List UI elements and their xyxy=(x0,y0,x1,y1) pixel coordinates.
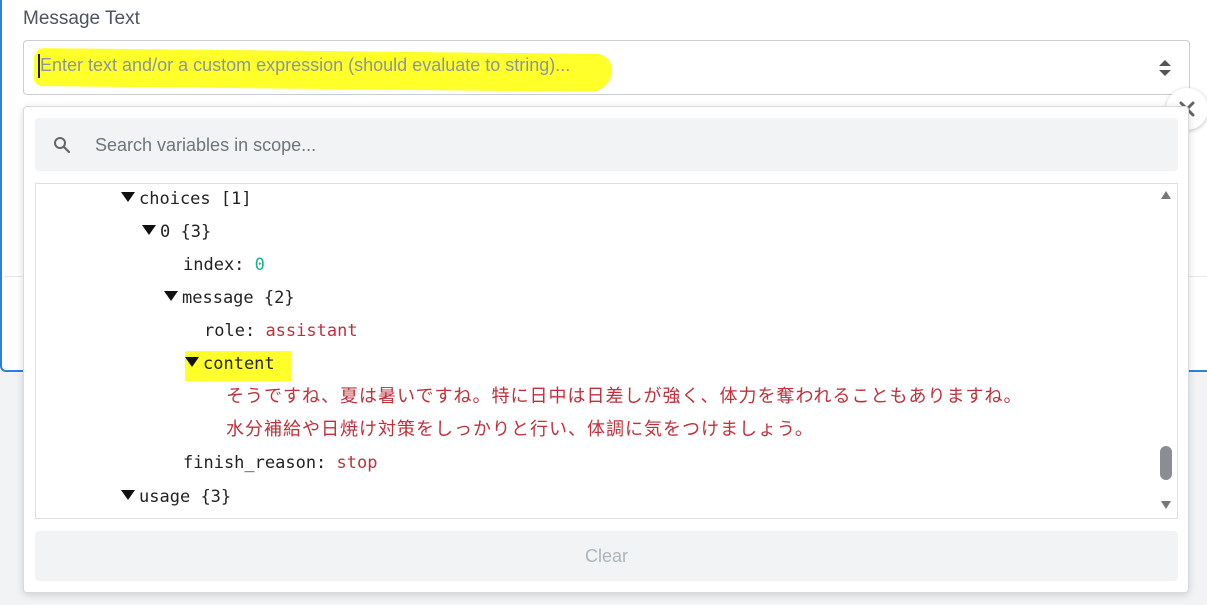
node-count: {3} xyxy=(180,222,212,242)
node-count: {2} xyxy=(263,288,295,308)
expand-triangle-icon[interactable] xyxy=(121,192,135,202)
node-value: 0 xyxy=(254,255,265,275)
tree-node-finish-reason[interactable]: finish_reason: stop xyxy=(183,448,378,478)
node-key: message xyxy=(182,288,254,308)
expand-triangle-icon[interactable] xyxy=(121,490,135,500)
content-text-line: 水分補給や日焼け対策をしっかりと行い、体調に気をつけましょう。 xyxy=(226,419,814,440)
tree-node-role[interactable]: role: assistant xyxy=(204,316,358,346)
tree-node-usage[interactable]: usage {3} xyxy=(121,482,231,512)
scrollbar-thumb[interactable] xyxy=(1160,446,1172,480)
caret-down-icon[interactable] xyxy=(1160,500,1172,510)
expand-triangle-icon[interactable] xyxy=(142,225,156,235)
node-count: [1] xyxy=(220,189,252,209)
message-text-label: Message Text xyxy=(23,8,140,29)
content-text-line: そうですね、夏は暑いですね。特に日中は日差しが強く、体力を奪われることもあります… xyxy=(226,386,1023,407)
search-bar[interactable] xyxy=(35,118,1178,171)
node-count: {3} xyxy=(200,487,232,507)
variable-picker-dropdown: choices [1] 0 {3} index: 0 message {2} r… xyxy=(23,106,1189,593)
search-icon xyxy=(54,137,71,154)
tree-node-content[interactable]: content xyxy=(185,349,275,379)
tree-node-index[interactable]: index: 0 xyxy=(183,250,265,280)
tree-node-choices[interactable]: choices [1] xyxy=(121,184,252,214)
node-value: stop xyxy=(336,453,378,473)
clear-button[interactable]: Clear xyxy=(35,531,1178,581)
caret-up-icon[interactable] xyxy=(1160,190,1172,200)
tree-node-message[interactable]: message {2} xyxy=(164,283,295,313)
node-key: role: xyxy=(204,321,256,341)
node-key: finish_reason: xyxy=(183,453,327,473)
node-key: 0 xyxy=(160,222,171,242)
node-key: usage xyxy=(139,487,191,507)
node-key: index: xyxy=(183,255,245,275)
node-key: content xyxy=(203,354,275,374)
search-variables-input[interactable] xyxy=(93,130,1157,160)
tree-node-choice-0[interactable]: 0 {3} xyxy=(142,217,211,247)
expand-triangle-icon[interactable] xyxy=(164,291,178,301)
sort-updown-icon[interactable] xyxy=(1158,58,1172,78)
node-value: assistant xyxy=(265,321,358,341)
variable-tree: choices [1] 0 {3} index: 0 message {2} r… xyxy=(35,183,1178,519)
expand-triangle-icon[interactable] xyxy=(185,357,199,367)
node-key: choices xyxy=(139,189,211,209)
message-text-placeholder[interactable]: Enter text and/or a custom expression (s… xyxy=(40,55,570,76)
